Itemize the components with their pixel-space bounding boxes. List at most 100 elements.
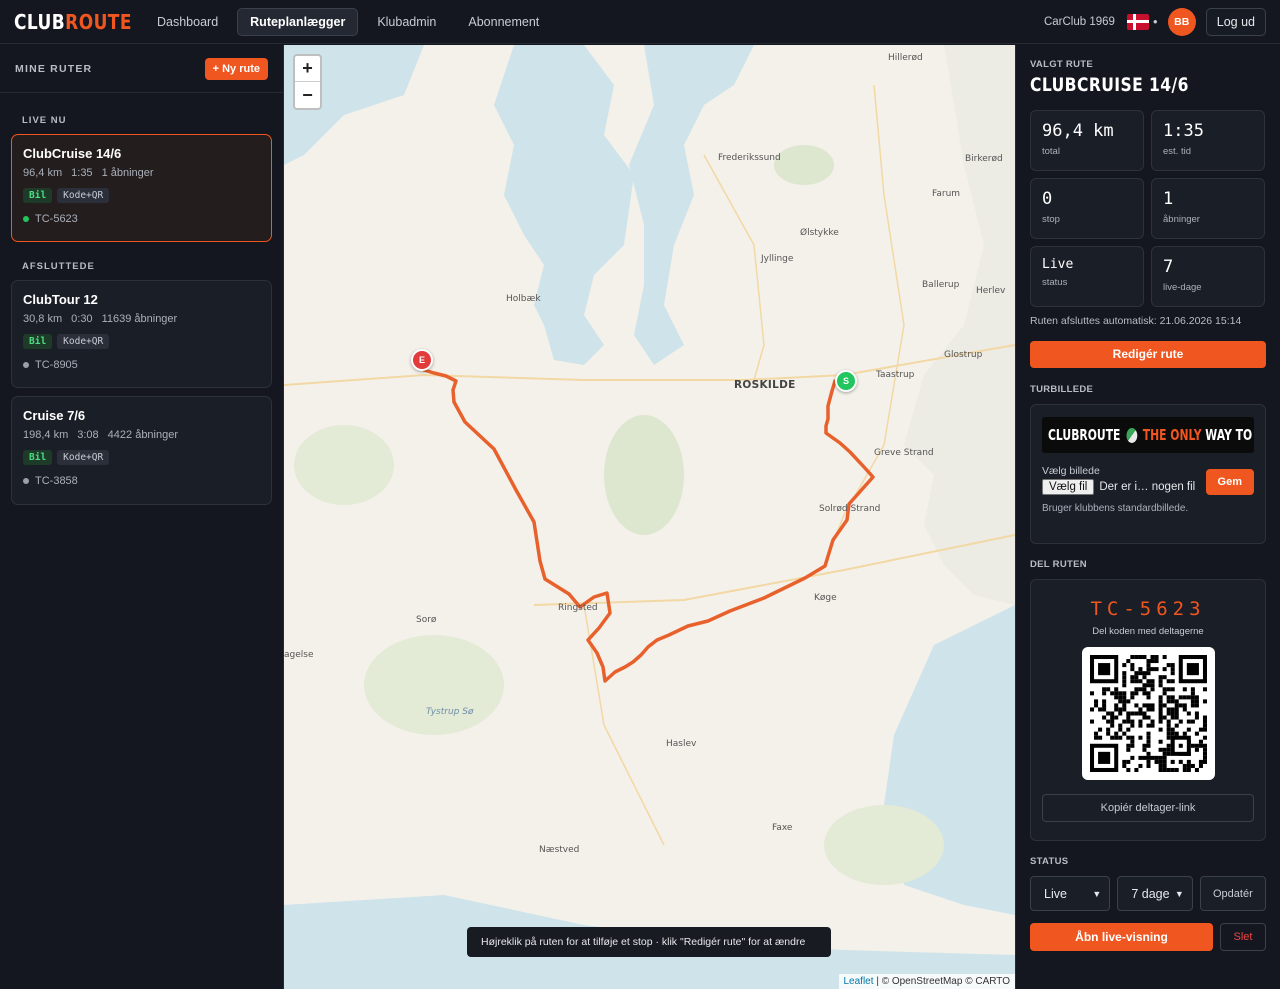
route-end-marker[interactable]: E xyxy=(411,349,433,371)
route-map[interactable]: + − Hillerød Frederikssund Birkerød Faru… xyxy=(284,45,1015,989)
stat-stops: 0 stop xyxy=(1030,178,1144,239)
tag-car: Bil xyxy=(23,188,53,203)
tag-code-qr: Kode+QR xyxy=(57,334,110,349)
route-start-marker[interactable]: S xyxy=(835,370,857,392)
copy-participant-link-button[interactable]: Kopiér deltager-link xyxy=(1042,794,1254,822)
status-select[interactable]: Live ▼ xyxy=(1030,876,1111,911)
zoom-in-button[interactable]: + xyxy=(295,56,320,82)
stat-openings: 1 åbninger xyxy=(1151,178,1265,239)
road xyxy=(823,84,905,566)
route-time: 0:30 xyxy=(71,313,93,325)
nav-dashboard[interactable]: Dashboard xyxy=(144,8,231,36)
chevron-down-icon: ▼ xyxy=(1092,888,1102,899)
road xyxy=(703,154,765,381)
route-code: TC-8905 xyxy=(35,359,78,371)
zoom-out-button[interactable]: − xyxy=(295,82,320,108)
place-label: Ølstykke xyxy=(800,228,839,238)
leaflet-link[interactable]: Leaflet xyxy=(844,976,874,987)
route-km: 198,4 km xyxy=(23,429,69,441)
save-image-button[interactable]: Gem xyxy=(1205,469,1254,495)
stat-live-days: 7 live-dage xyxy=(1151,246,1265,307)
attribution-text: | © OpenStreetMap © CARTO xyxy=(876,976,1010,987)
stat-time: 1:35 est. tid xyxy=(1151,110,1265,171)
edit-route-button[interactable]: Redigér rute xyxy=(1030,341,1266,368)
route-openings: 4422 åbninger xyxy=(107,429,179,441)
place-label: Haslev xyxy=(666,739,697,749)
tag-code-qr: Kode+QR xyxy=(57,450,110,465)
fjord-water xyxy=(629,45,754,365)
place-label: Taastrup xyxy=(876,370,915,380)
user-avatar[interactable]: BB xyxy=(1167,7,1196,36)
language-caret-icon[interactable]: ● xyxy=(1153,17,1158,26)
selected-route-label: VALGT RUTE xyxy=(1030,59,1093,70)
place-label: Solrød Strand xyxy=(819,504,881,514)
trip-image-box: CLUBROUTE THE ONLY WAY TO GO Vælg billed… xyxy=(1030,404,1266,544)
place-label: Farum xyxy=(932,189,961,199)
trip-image-label: TURBILLEDE xyxy=(1030,384,1094,395)
route-name: ClubCruise 14/6 xyxy=(23,146,122,161)
status-dot-icon xyxy=(23,362,29,368)
brand-logo[interactable]: CLUBROUTE xyxy=(14,10,131,34)
place-label: Birkerød xyxy=(965,154,1003,164)
finished-label: AFSLUTTEDE xyxy=(22,261,95,272)
place-label: Holbæk xyxy=(506,294,541,304)
map-attribution: Leaflet | © OpenStreetMap © CARTO xyxy=(838,974,1015,989)
new-route-button[interactable]: + Ny rute xyxy=(204,57,268,80)
stat-distance: 96,4 km total xyxy=(1030,110,1144,171)
route-openings: 11639 åbninger xyxy=(101,313,178,325)
place-label: Køge xyxy=(814,593,837,603)
share-route-label: DEL RUTEN xyxy=(1030,559,1087,570)
place-label: Herlev xyxy=(976,286,1006,296)
route-name: ClubTour 12 xyxy=(23,292,98,307)
zoom-control: + − xyxy=(293,54,322,110)
place-label: Ringsted xyxy=(558,603,598,613)
tag-code-qr: Kode+QR xyxy=(57,188,110,203)
update-status-button[interactable]: Opdatér xyxy=(1199,876,1266,911)
auto-end-note: Ruten afsluttes automatisk: 21.06.2026 1… xyxy=(1030,315,1242,327)
place-label: Glostrup xyxy=(944,350,983,360)
east-land xyxy=(904,45,1015,605)
place-label: Jyllinge xyxy=(761,254,794,264)
denmark-flag-icon[interactable] xyxy=(1126,13,1149,30)
place-label: Ballerup xyxy=(922,280,960,290)
route-card[interactable]: Cruise 7/6 198,4 km 3:08 4422 åbninger B… xyxy=(11,396,272,505)
live-days-select[interactable]: 7 dage ▼ xyxy=(1117,876,1193,911)
place-label: Næstved xyxy=(539,845,580,855)
route-time: 3:08 xyxy=(77,429,99,441)
qr-code-icon xyxy=(1081,647,1215,780)
share-code: TC-5623 xyxy=(1090,598,1206,620)
route-card-live[interactable]: ClubCruise 14/6 96,4 km 1:35 1 åbninger … xyxy=(11,134,272,242)
nav-subscription[interactable]: Abonnement xyxy=(455,8,552,36)
selected-route-title: CLUBCRUISE 14/6 xyxy=(1030,74,1189,96)
logout-button[interactable]: Log ud xyxy=(1205,7,1266,36)
routes-sidebar: MINE RUTER + Ny rute LIVE NU ClubCruise … xyxy=(0,45,284,989)
choose-file-button[interactable]: Vælg fil xyxy=(1042,479,1095,495)
delete-route-button[interactable]: Slet xyxy=(1220,923,1266,951)
status-dot-icon xyxy=(23,478,29,484)
nav-club-admin[interactable]: Klubadmin xyxy=(364,8,449,36)
tag-car: Bil xyxy=(23,334,53,349)
route-name: Cruise 7/6 xyxy=(23,408,86,423)
place-label: ROSKILDE xyxy=(734,379,796,391)
club-name: CarClub 1969 xyxy=(1043,15,1115,28)
stat-status: Live status xyxy=(1030,246,1144,307)
route-stats: 96,4 km total 1:35 est. tid 0 stop 1 åbninge… xyxy=(1030,110,1266,307)
qr-code xyxy=(1089,655,1207,772)
status-label: STATUS xyxy=(1030,856,1069,867)
place-label: Greve Strand xyxy=(874,448,934,458)
route-km: 30,8 km xyxy=(23,313,63,325)
my-routes-title: MINE RUTER xyxy=(15,62,93,75)
live-now-label: LIVE NU xyxy=(22,115,67,126)
route-openings: 1 åbninger xyxy=(101,167,154,179)
live-status-dot-icon xyxy=(23,216,29,222)
nav-route-planner[interactable]: Ruteplanlægger xyxy=(237,7,359,36)
route-code: TC-3858 xyxy=(35,475,78,487)
open-live-view-button[interactable]: Åbn live-visning xyxy=(1030,923,1213,951)
chevron-down-icon: ▼ xyxy=(1174,888,1184,899)
route-card[interactable]: ClubTour 12 30,8 km 0:30 11639 åbninger … xyxy=(11,280,272,388)
place-label: Hillerød xyxy=(888,53,923,63)
default-image-note: Bruger klubbens standardbillede. xyxy=(1042,503,1189,514)
top-bar: CLUBROUTE Dashboard Ruteplanlægger Kluba… xyxy=(0,0,1280,44)
road xyxy=(583,604,665,846)
route-time: 1:35 xyxy=(71,167,93,179)
